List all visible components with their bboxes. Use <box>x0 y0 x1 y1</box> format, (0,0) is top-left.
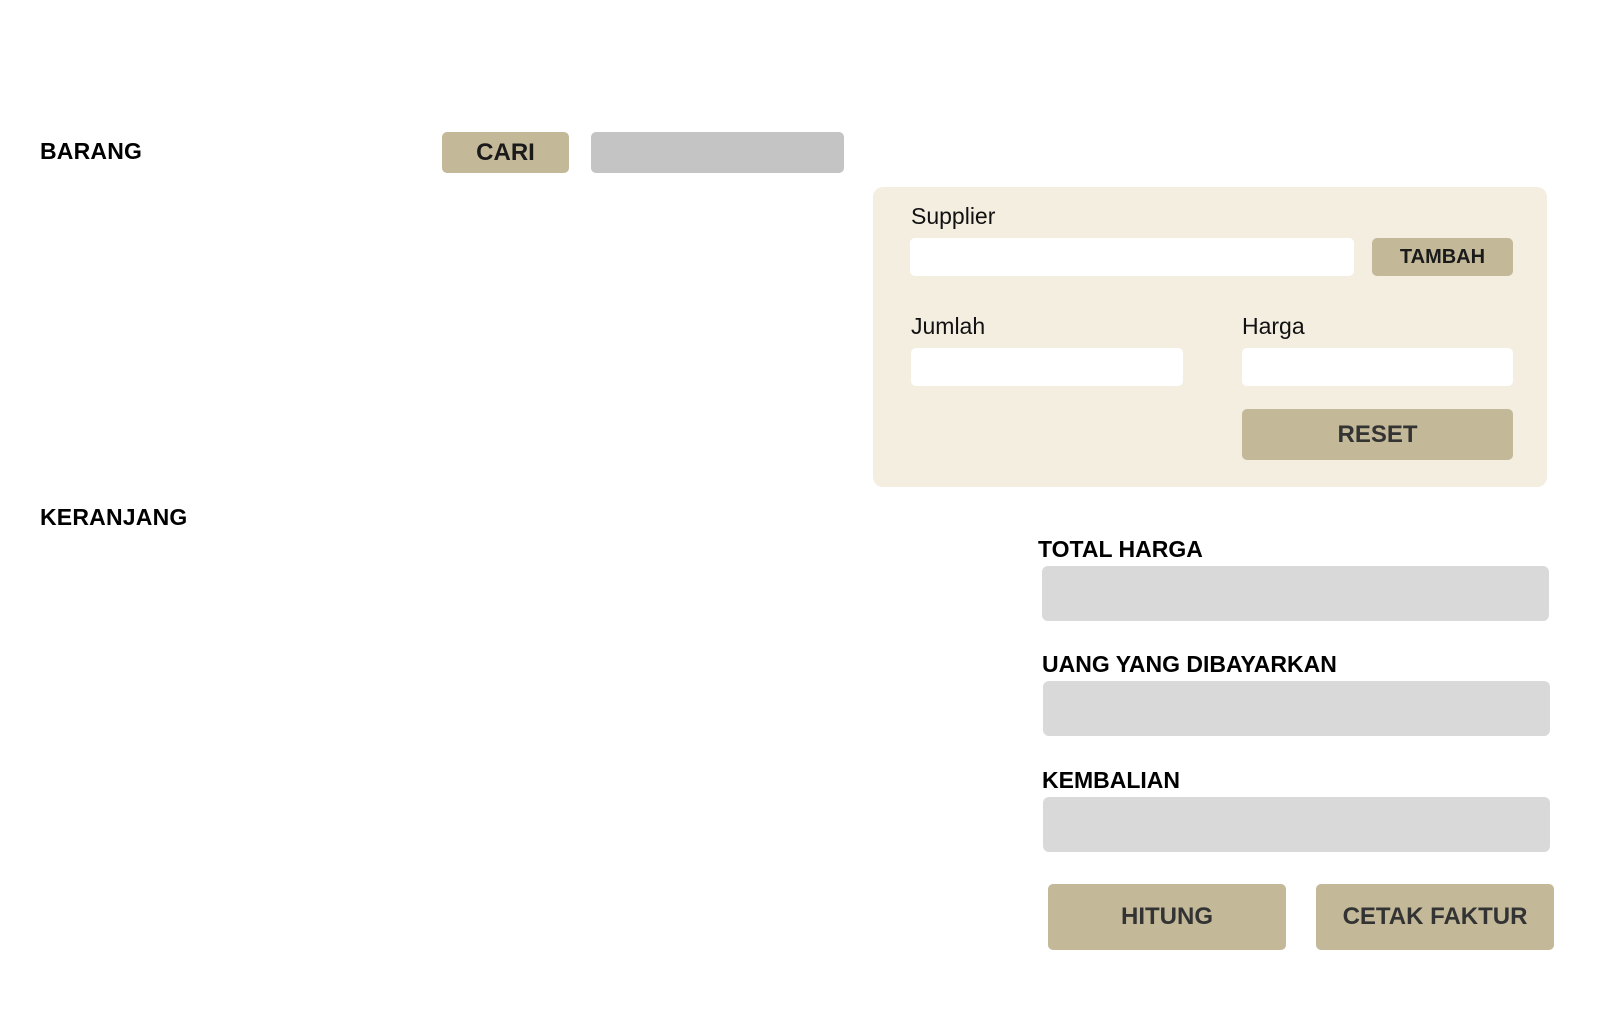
jumlah-label: Jumlah <box>911 313 986 339</box>
supplier-label: Supplier <box>911 203 996 229</box>
barang-title: BARANG <box>40 138 143 164</box>
print-invoice-button[interactable]: CETAK FAKTUR <box>1316 884 1554 950</box>
add-button[interactable]: TAMBAH <box>1372 238 1513 276</box>
keranjang-title: KERANJANG <box>40 504 188 530</box>
harga-label: Harga <box>1242 313 1305 339</box>
search-button[interactable]: CARI <box>442 132 569 173</box>
change-field <box>1043 797 1550 852</box>
paid-amount-field[interactable] <box>1043 681 1550 736</box>
change-label: KEMBALIAN <box>1042 767 1180 793</box>
jumlah-input[interactable] <box>911 348 1183 386</box>
supplier-input[interactable] <box>910 238 1354 276</box>
harga-input[interactable] <box>1242 348 1513 386</box>
paid-amount-label: UANG YANG DIBAYARKAN <box>1042 651 1337 677</box>
reset-button[interactable]: RESET <box>1242 409 1513 460</box>
calculate-button[interactable]: HITUNG <box>1048 884 1286 950</box>
total-price-label: TOTAL HARGA <box>1038 536 1203 562</box>
search-input[interactable] <box>591 132 844 173</box>
total-price-field <box>1042 566 1549 621</box>
